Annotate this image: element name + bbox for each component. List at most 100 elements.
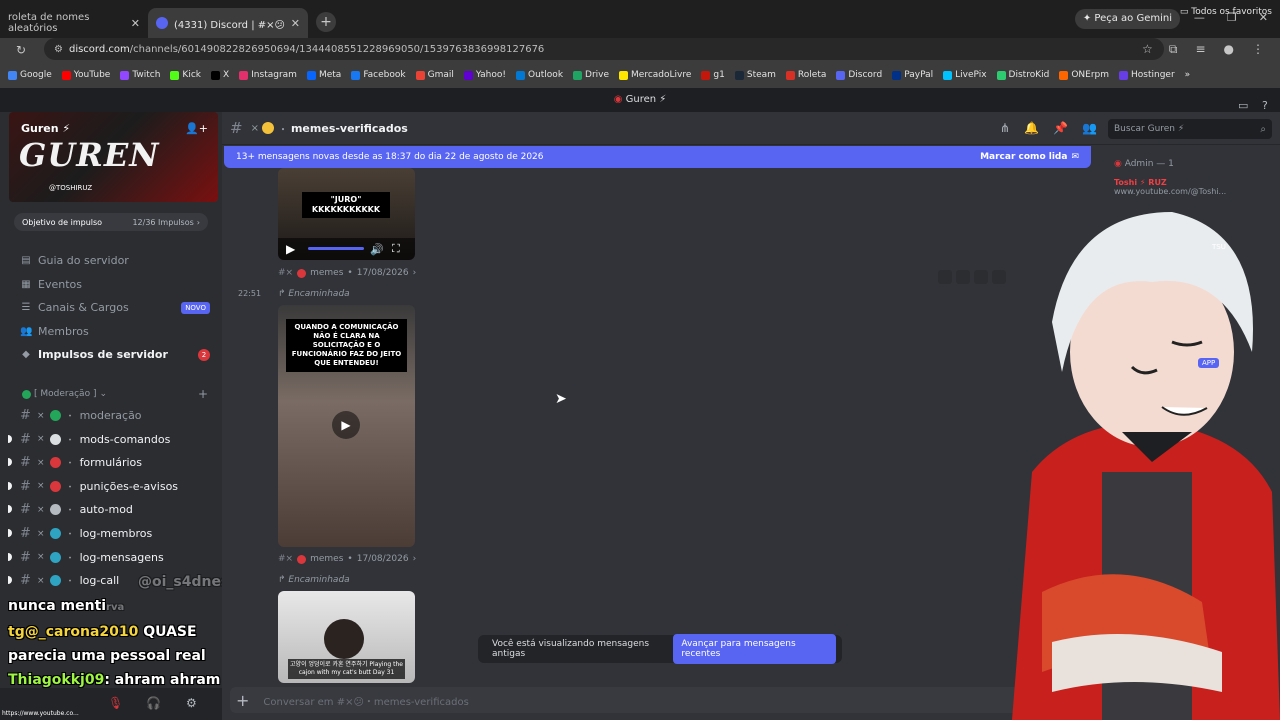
video-attachment[interactable]: "JURO" KKKKKKKKKKK ▶ 🔊 ⛶ [278, 168, 415, 260]
bookmark-item[interactable]: ONErpm [1055, 70, 1113, 80]
bookmark-favicon-icon [8, 70, 17, 80]
reload-icon[interactable]: ↻ [16, 43, 34, 57]
bookmark-item[interactable]: Gmail [412, 70, 458, 80]
nav-label: Membros [38, 325, 89, 338]
nav-server-guide[interactable]: ▤ Guia do servidor [20, 254, 210, 267]
channel-item[interactable]: # × ・ punições-e-avisos [8, 479, 210, 494]
play-icon[interactable]: ▶ [286, 242, 295, 256]
video-attachment[interactable]: QUANDO A COMUNICAÇÃO NÃO É CLARA NA SOLI… [278, 305, 415, 547]
nav-server-boosts[interactable]: ◆ Impulsos de servidor 2 [20, 348, 210, 361]
search-placeholder: Buscar Guren ⚡ [1114, 124, 1185, 134]
url-field[interactable]: ⚙ discord.com /channels/6014908228269506… [44, 38, 1164, 60]
bookmarks-overflow-icon[interactable]: » [1181, 70, 1195, 80]
bookmark-item[interactable]: DistroKid [993, 70, 1054, 80]
forward-source[interactable]: #× memes • 17/08/2026 › [278, 268, 416, 278]
channel-item[interactable]: # × ・ auto-mod [8, 502, 210, 518]
chat-line: nunca mentirva [8, 594, 248, 620]
media-icon[interactable]: ≡ [1195, 42, 1205, 57]
bookmark-item[interactable]: Drive [569, 70, 613, 80]
server-name[interactable]: Guren ⚡ [21, 122, 70, 135]
channel-item[interactable]: # × ・ log-membros [8, 526, 210, 541]
bookmark-item[interactable]: YouTube [58, 70, 115, 80]
jump-to-present-button[interactable]: Avançar para mensagens recentes [673, 634, 836, 664]
settings-gear-icon[interactable]: ⚙ [186, 696, 197, 710]
video-caption: QUANDO A COMUNICAÇÃO NÃO É CLARA NA SOLI… [286, 319, 407, 372]
nav-label: Impulsos de servidor [38, 348, 168, 361]
nav-events[interactable]: ▦ Eventos [20, 278, 210, 291]
attach-plus-icon[interactable]: + [236, 691, 249, 710]
member-list-icon[interactable]: 👥 [1082, 121, 1097, 135]
site-info-icon[interactable]: ⚙ [54, 44, 63, 55]
menu-icon[interactable]: ⋮ [1252, 42, 1264, 57]
bookmark-label: PayPal [904, 70, 934, 80]
close-tab-icon[interactable]: ✕ [291, 17, 300, 30]
fullscreen-icon[interactable]: ⛶ [392, 242, 400, 256]
bookmark-item[interactable]: Google [4, 70, 56, 80]
search-input[interactable]: Buscar Guren ⚡ ⌕ [1108, 119, 1272, 139]
bookmark-star-icon[interactable]: ☆ [1142, 42, 1153, 56]
channel-item[interactable]: # × ・ mods-comandos [8, 432, 210, 447]
profile-avatar[interactable]: ● [1224, 42, 1234, 57]
add-channel-icon[interactable]: + [198, 387, 208, 401]
bookmark-item[interactable]: Discord [832, 70, 886, 80]
play-button-icon[interactable]: ▶ [332, 411, 360, 439]
channel-separator: ・ [65, 435, 75, 446]
nav-label: Guia do servidor [38, 254, 129, 267]
boost-progress[interactable]: Objetivo de impulso 12/36 Impulsos › [14, 213, 208, 231]
bookmark-item[interactable]: Instagram [235, 70, 301, 80]
browser-tab-active[interactable]: (4331) Discord | #×😕・memes ✕ [148, 8, 308, 38]
bookmark-favicon-icon [61, 70, 71, 80]
headphones-icon[interactable]: 🎧 [146, 696, 161, 710]
volume-icon[interactable]: 🔊 [370, 243, 384, 256]
gemini-button[interactable]: ✦ Peça ao Gemini [1074, 9, 1180, 29]
extensions-icon[interactable]: ⧉ [1169, 42, 1178, 57]
category-moderacao[interactable]: [ Moderação ] ⌄ + [22, 387, 208, 401]
folder-icon: ▭ [1179, 7, 1192, 17]
threads-icon[interactable]: ⋔ [1000, 121, 1010, 135]
close-tab-icon[interactable]: ✕ [131, 17, 140, 30]
hash-icon: # [20, 455, 31, 471]
chevron-right-icon: › [412, 268, 417, 278]
bookmark-item[interactable]: Kick [166, 70, 205, 80]
channel-item[interactable]: # × ・ formulários [8, 455, 210, 471]
bookmark-favicon-icon [463, 70, 473, 80]
discord-favicon-icon [156, 17, 168, 29]
bookmark-item[interactable]: MercadoLivre [615, 70, 695, 80]
bookmark-item[interactable]: Twitch [116, 70, 164, 80]
nav-members[interactable]: 👥 Membros [20, 325, 210, 338]
bookmark-item[interactable]: X [207, 70, 233, 80]
server-banner[interactable]: Guren ⚡ GUREN @TOSHIRUZ 👤+ [9, 112, 218, 202]
bookmark-item[interactable]: Yahoo! [460, 70, 510, 80]
notifications-bell-icon[interactable]: 🔔 [1024, 121, 1039, 135]
new-messages-text: 13+ mensagens novas desde as 18:37 do di… [236, 152, 544, 162]
bookmark-item[interactable]: Roleta [782, 70, 830, 80]
bookmark-item[interactable]: Hostinger [1115, 70, 1179, 80]
new-tab-icon[interactable]: + [316, 12, 336, 32]
bookmark-item[interactable]: Outlook [512, 70, 567, 80]
hash-icon: # [20, 502, 31, 518]
channel-prefix: × [37, 552, 45, 563]
browser-tab[interactable]: roleta de nomes aleatórios ✕ [0, 8, 148, 38]
channel-item[interactable]: # × ・ moderação [20, 408, 210, 423]
video-caption: 고양이 엉덩이로 카혼 연주하기 Playing the cajon with … [288, 659, 405, 679]
bookmark-item[interactable]: g1 [697, 70, 728, 80]
chat-text: QUASE [143, 624, 197, 640]
new-messages-bar[interactable]: 13+ mensagens novas desde as 18:37 do di… [224, 146, 1091, 168]
all-favorites[interactable]: ▭ Todos os favoritos [1180, 7, 1272, 17]
nav-label: Eventos [38, 278, 82, 291]
mute-mic-icon[interactable]: 🎙 [108, 696, 123, 710]
mark-as-read-button[interactable]: Marcar como lida [980, 152, 1067, 162]
bookmark-item[interactable]: Steam [731, 70, 780, 80]
bookmark-item[interactable]: Facebook [347, 70, 409, 80]
bookmark-item[interactable]: LivePix [939, 70, 990, 80]
forward-source[interactable]: #× memes • 17/08/2026 › [278, 554, 416, 564]
bookmark-item[interactable]: Meta [303, 70, 345, 80]
mouse-cursor-icon: ➤ [555, 391, 567, 407]
nav-channels-roles[interactable]: ☰ Canais & Cargos NOVO [20, 301, 210, 314]
add-user-icon[interactable]: 👤+ [185, 122, 208, 135]
bookmark-item[interactable]: PayPal [888, 70, 937, 80]
video-attachment[interactable]: 고양이 엉덩이로 카혼 연주하기 Playing the cajon with … [278, 591, 415, 683]
pin-icon[interactable]: 📌 [1053, 121, 1068, 135]
volume-slider[interactable] [308, 247, 364, 250]
channel-item[interactable]: # × ・ log-mensagens [8, 550, 210, 565]
